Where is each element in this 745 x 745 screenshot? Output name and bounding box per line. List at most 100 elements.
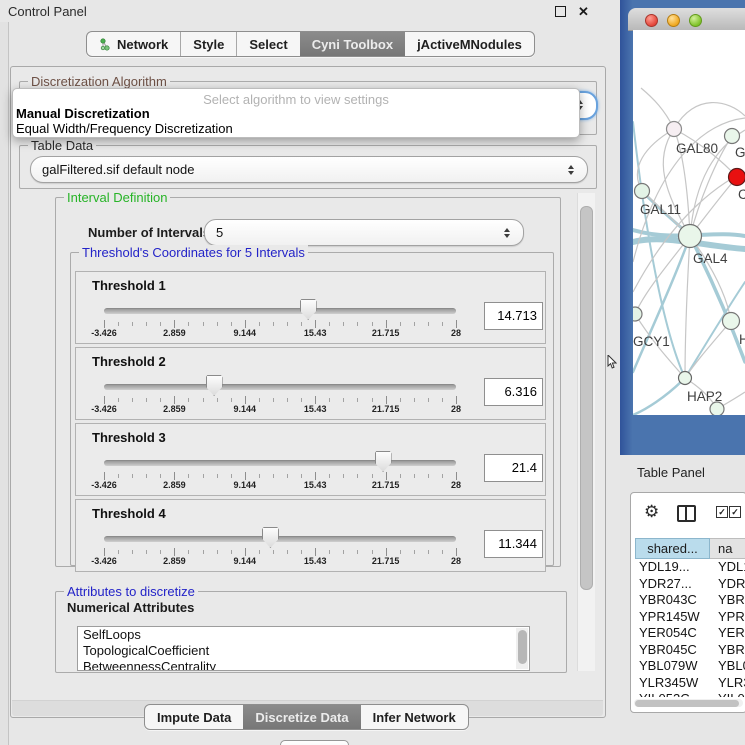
cell-shared-name: YDL19... [635,559,718,576]
numerical-attributes-list[interactable]: SelfLoopsTopologicalCoefficientBetweenne… [77,626,530,671]
tab-infer-network[interactable]: Infer Network [361,705,468,729]
columns-icon[interactable] [677,505,696,522]
close-icon[interactable]: ✕ [577,5,590,18]
menu-item-equal-width-frequency[interactable]: Equal Width/Frequency Discretization [16,121,233,136]
table-data-combobox[interactable]: galFiltered.sif default node [30,156,588,183]
network-node[interactable] [667,122,682,137]
cell-shared-name: YPR145W [635,609,718,626]
network-node[interactable] [635,184,650,199]
panel-left-strip [0,22,9,745]
cell-shared-name: YER054C [635,625,718,642]
tab-label: Cyni Toolbox [312,37,393,52]
cell-name: YBR0 [718,642,745,657]
tab-label: Network [117,37,168,52]
threshold-label: Threshold 1 [92,278,166,293]
network-node-label: GAL80 [676,141,718,156]
column-header-name[interactable]: na [710,538,745,559]
cell-name: YPR1 [718,609,745,624]
tab-cyni-toolbox[interactable]: Cyni Toolbox [300,32,405,56]
scale-label: 15.43 [304,556,327,566]
settings-scrollbar[interactable] [577,193,595,671]
threshold-value-field[interactable]: 14.713 [484,302,543,330]
threshold-value-field[interactable]: 6.316 [484,378,543,406]
table-row[interactable]: YER054CYER0 [635,625,745,642]
threshold-panel-3: Threshold 3-3.4262.8599.14415.4321.71528… [75,423,546,496]
float-window-icon[interactable] [555,6,566,17]
gear-icon[interactable]: ⚙ [644,503,659,520]
slider-track[interactable] [104,308,456,314]
table-row[interactable]: YDR27...YDR2 [635,576,745,593]
attribute-item[interactable]: SelfLoops [78,627,529,643]
close-traffic-light-icon[interactable] [645,14,658,27]
scale-label: 21.715 [372,480,400,490]
network-node[interactable] [725,129,740,144]
interval-definition-group: Interval Definition Number of Intervals … [55,197,561,567]
column-header-shared[interactable]: shared... [635,538,710,559]
slider-thumb[interactable] [262,527,279,548]
slider-thumb[interactable] [206,375,223,396]
slider-track[interactable] [104,536,456,542]
zoom-traffic-light-icon[interactable] [689,14,702,27]
network-node[interactable] [729,169,745,186]
cell-shared-name: YBL079W [635,658,718,675]
attribute-item[interactable]: TopologicalCoefficient [78,643,529,659]
threshold-value-field[interactable]: 11.344 [484,530,543,558]
table-row[interactable]: YBR043CYBR0 [635,592,745,609]
table-row[interactable]: YPR145WYPR1 [635,609,745,626]
threshold-value-field[interactable]: 21.4 [484,454,543,482]
attributes-group: Attributes to discretize Numerical Attri… [55,591,567,673]
tab-select[interactable]: Select [237,32,299,56]
network-node[interactable] [723,313,740,330]
menu-item-manual-discretization[interactable]: Manual Discretization [16,106,150,121]
thresholds-group: Threshold's Coordinates for 5 Intervals … [70,252,554,566]
network-node[interactable] [633,307,642,321]
attribute-item[interactable]: BetweennessCentrality [78,659,529,671]
table-row[interactable]: YBL079WYBL0 [635,658,745,675]
table-row[interactable]: YDL19...YDL1 [635,559,745,576]
cell-shared-name: YBR045C [635,642,718,659]
tab-jactivemnodules[interactable]: jActiveMNodules [405,32,534,56]
threshold-label: Threshold 2 [92,354,166,369]
attributes-scrollbar[interactable] [516,628,528,669]
threshold-label: Threshold 4 [92,506,166,521]
cell-name: YER0 [718,625,745,640]
network-node[interactable] [679,225,702,248]
cell-name: YBR0 [718,592,745,607]
cytopanel-tab-bar: Network StyleSelect Cyni Toolbox jActiveMNo… [86,31,535,57]
network-canvas[interactable]: GAL80GCGAL11GAL4GCY1HHAP2 [633,30,745,415]
settings-scrollbar-thumb[interactable] [580,206,593,590]
table-panel: Table Panel ⚙ ✓ ✓ shared... na YDL19...Y… [620,455,745,745]
table-hscrollbar[interactable] [634,699,743,707]
combo-arrows-icon [561,165,581,175]
network-node-label: GAL4 [693,251,728,266]
table-row[interactable]: YIL052CYIL0 [635,691,745,697]
slider-track[interactable] [104,384,456,390]
slider-thumb[interactable] [300,299,317,320]
scale-label: 2.859 [163,480,186,490]
checkbox-icon[interactable]: ✓ [716,506,728,518]
scale-label: 9.144 [234,556,257,566]
mouse-cursor [607,355,617,369]
tab-style[interactable]: Style [181,32,237,56]
checkbox-icon[interactable]: ✓ [729,506,741,518]
scale-label: 15.43 [304,328,327,338]
table-row[interactable]: YBR045CYBR0 [635,642,745,659]
slider-thumb[interactable] [375,451,392,472]
network-node[interactable] [679,372,692,385]
scale-label: 9.144 [234,404,257,414]
minimize-traffic-light-icon[interactable] [667,14,680,27]
algorithm-hint: Select algorithm to view settings [13,92,579,107]
slider-track[interactable] [104,460,456,466]
tab-impute-data[interactable]: Impute Data [145,705,243,729]
network-window-titlebar[interactable] [628,8,745,31]
table-data-combobox-value: galFiltered.sif default node [31,162,561,177]
number-of-intervals-combobox[interactable]: 5 [204,219,524,246]
scale-label: 21.715 [372,328,400,338]
tab-discretize-data[interactable]: Discretize Data [243,705,360,729]
table-hscrollbar-thumb[interactable] [635,700,739,707]
table-row[interactable]: YLR345WYLR3 [635,675,745,692]
apply-button[interactable]: Apply [280,740,349,745]
threshold-panel-4: Threshold 4-3.4262.8599.14415.4321.71528… [75,499,546,572]
attributes-scrollbar-thumb[interactable] [518,630,527,664]
tab-network[interactable]: Network [87,32,181,56]
